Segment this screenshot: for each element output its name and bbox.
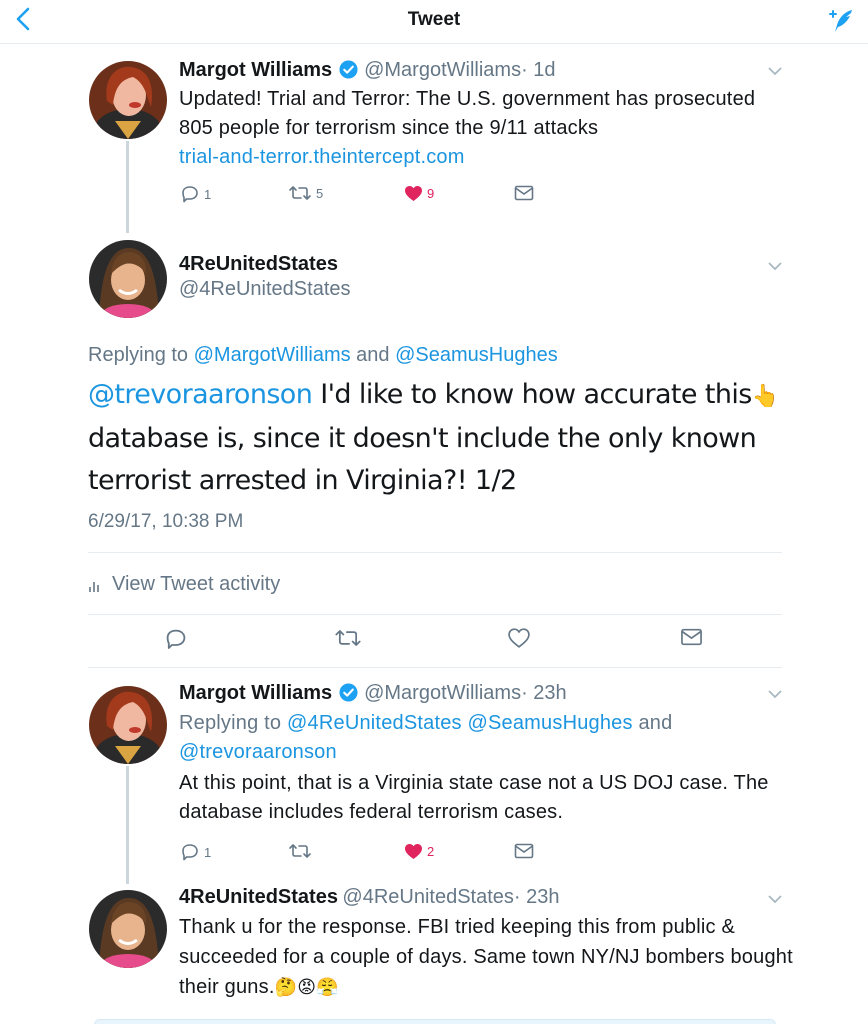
mention-link[interactable]: @trevoraaronson <box>179 741 337 763</box>
tweet-text: Updated! Trial and Terror: The U.S. gove… <box>179 88 756 168</box>
replying-to: Replying to @MargotWilliams and @SeamusH… <box>88 344 558 366</box>
thread-line <box>126 766 129 884</box>
retweet-button[interactable] <box>334 628 362 648</box>
chevron-down-icon[interactable] <box>768 67 782 76</box>
verified-badge-icon <box>339 683 358 702</box>
author-name[interactable]: 4ReUnitedStates <box>179 253 351 276</box>
like-button[interactable]: 2 <box>404 843 434 860</box>
direct-message-button[interactable] <box>514 843 534 859</box>
tweet-text: @trevoraaronson I'd like to know how acc… <box>88 379 779 496</box>
tweet-header: Margot Williams @MargotWilliams· 1d <box>179 59 556 82</box>
tweet-time: · 23h <box>513 886 560 908</box>
tweet-text: Thank u for the response. FBI tried keep… <box>179 916 793 998</box>
reply-button[interactable]: 1 <box>180 843 211 861</box>
author-name[interactable]: 4ReUnitedStates <box>179 886 338 908</box>
pointing-up-emoji: 👆 <box>751 384 779 409</box>
reply-icon <box>166 629 186 649</box>
author-handle[interactable]: @MargotWilliams <box>364 59 521 81</box>
tweet-text: At this point, that is a Virginia state … <box>179 772 769 823</box>
mention-link[interactable]: @4ReUnitedStates @SeamusHughes <box>287 712 633 734</box>
verified-badge-icon <box>339 60 358 79</box>
avatar[interactable] <box>89 890 167 968</box>
author-handle[interactable]: @MargotWilliams <box>364 682 521 704</box>
avatar[interactable] <box>89 240 167 318</box>
chevron-down-icon[interactable] <box>768 895 782 904</box>
tweet-time: · 23h <box>521 682 567 704</box>
mention-link[interactable]: @SeamusHughes <box>395 344 558 366</box>
divider <box>88 552 782 553</box>
heart-filled-icon <box>405 843 422 860</box>
direct-message-button[interactable] <box>680 628 703 646</box>
retweet-icon <box>335 630 361 646</box>
envelope-icon <box>514 843 534 859</box>
avatar[interactable] <box>89 686 167 764</box>
top-bar: Tweet <box>0 0 868 44</box>
author-handle[interactable]: @4ReUnitedStates <box>179 278 351 301</box>
direct-message-button[interactable] <box>514 185 534 201</box>
envelope-icon <box>681 628 702 646</box>
retweet-icon <box>289 844 311 858</box>
retweet-button[interactable] <box>288 843 312 859</box>
tweet-link[interactable]: trial-and-terror.theintercept.com <box>179 146 465 168</box>
envelope-icon <box>514 185 534 201</box>
reaction-emojis: 🤔😡😤 <box>274 977 339 997</box>
avatar[interactable] <box>89 61 167 139</box>
retweet-icon <box>289 186 311 200</box>
view-tweet-activity-button[interactable]: View Tweet activity <box>88 573 280 596</box>
tweet-header: Margot Williams @MargotWilliams· 23h <box>179 682 567 705</box>
main-tweet-actions <box>0 628 868 656</box>
chevron-down-icon[interactable] <box>768 262 782 271</box>
reply-button[interactable]: 1 <box>180 185 211 203</box>
bar-chart-icon <box>89 581 99 592</box>
heart-filled-icon <box>405 185 422 202</box>
replying-to: Replying to @4ReUnitedStates @SeamusHugh… <box>179 712 673 763</box>
reply-icon <box>182 186 198 203</box>
author-name[interactable]: Margot Williams <box>179 682 332 704</box>
chevron-down-icon[interactable] <box>768 690 782 699</box>
tweet-header: 4ReUnitedStates @4ReUnitedStates· 23h <box>179 886 560 909</box>
heart-icon <box>508 628 530 648</box>
reply-input-bar[interactable] <box>94 1019 776 1024</box>
divider <box>88 614 782 615</box>
page-title: Tweet <box>407 9 461 30</box>
main-author: 4ReUnitedStates @4ReUnitedStates <box>179 253 351 301</box>
reply-button[interactable] <box>164 628 188 650</box>
compose-tweet-icon[interactable] <box>826 6 856 36</box>
tweet-actions: 1 5 9 <box>0 185 868 207</box>
reply-icon <box>182 844 198 861</box>
mention-link[interactable]: @trevoraaronson <box>88 379 313 410</box>
retweet-button[interactable]: 5 <box>288 185 323 201</box>
author-handle[interactable]: @4ReUnitedStates <box>342 886 514 908</box>
author-name[interactable]: Margot Williams <box>179 59 332 81</box>
like-button[interactable] <box>508 628 530 648</box>
like-button[interactable]: 9 <box>404 185 434 202</box>
divider <box>88 667 782 668</box>
mention-link[interactable]: @MargotWilliams <box>194 344 351 366</box>
tweet-time: · 1d <box>521 59 556 81</box>
tweet-timestamp: 6/29/17, 10:38 PM <box>88 511 244 532</box>
tweet-actions: 1 2 <box>0 843 868 865</box>
